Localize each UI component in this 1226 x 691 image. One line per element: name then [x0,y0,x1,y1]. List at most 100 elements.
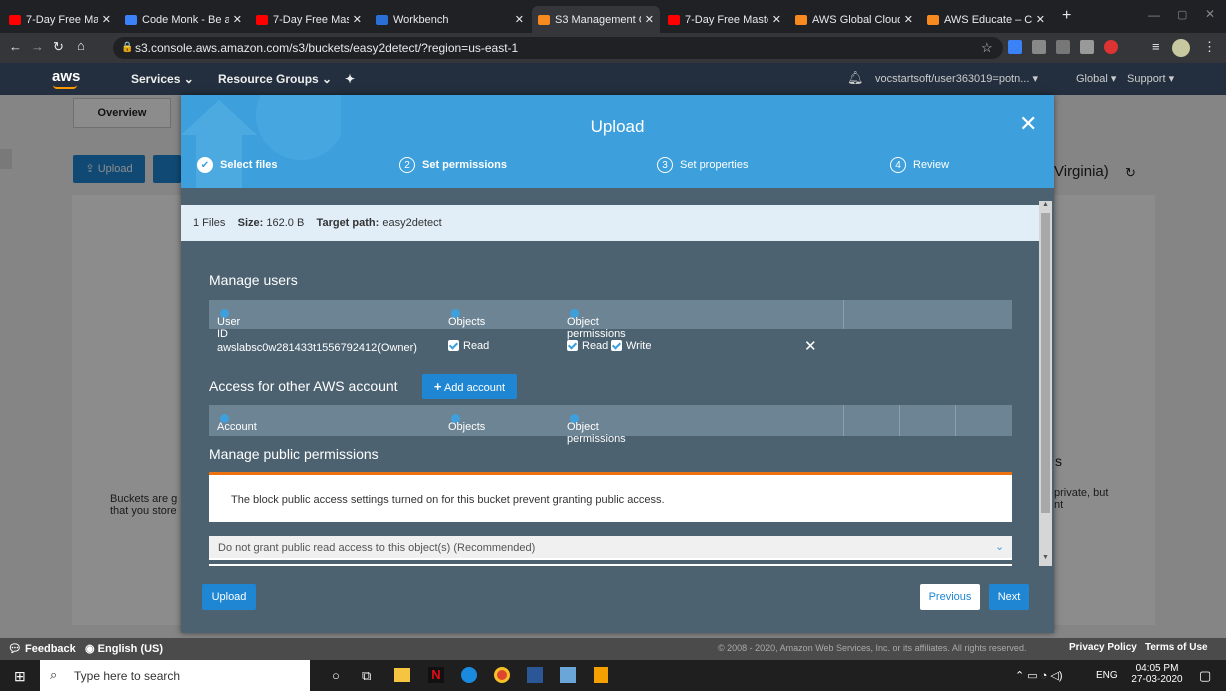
extension-icon[interactable] [1080,40,1094,54]
upload-summary: 1 Files Size: 162.0 B Target path: easy2… [181,205,1039,241]
browser-tab[interactable]: 7-Day Free Master✕ [662,6,787,33]
previous-button[interactable]: Previous [920,584,980,610]
new-tab-icon[interactable]: + [1062,7,1071,25]
chat-icon: 💬︎ [8,643,22,655]
aws-smile-icon [53,85,77,89]
add-account-button[interactable]: + Add account [422,374,517,399]
terms-link[interactable]: Terms of Use [1145,642,1208,653]
check-icon: ✔ [197,157,213,173]
app-icon[interactable] [560,667,576,683]
feedback-link[interactable]: 💬︎ Feedback [8,642,76,655]
region-menu[interactable]: Global ▾ [1076,72,1116,85]
chevron-down-icon: ⌄ [995,541,1005,553]
forward-icon[interactable]: → [31,39,44,54]
support-menu[interactable]: Support ▾ [1127,72,1174,85]
address-bar-row: ← → ↻ ⌂ 🔒 s3.console.aws.amazon.com/s3/b… [0,33,1226,63]
modal-title: Upload [590,117,645,136]
browser-tab-active[interactable]: S3 Management C ✕ [532,6,660,33]
modal-header: Upload ✕ ✔ Select files 2 Set permissions … [181,95,1054,188]
modal-scrollbar[interactable]: ▲ ▼ [1039,201,1052,566]
browser-tab-bar: 7-Day Free Master✕ Code Monk - Be a✕ 7-D… [0,0,1226,33]
cortana-icon[interactable]: ○ [332,668,340,683]
permissions-read-checkbox[interactable]: Read [567,340,608,352]
avatar[interactable] [1172,39,1190,57]
aws-footer: 💬︎ Feedback ◉ English (US) © 2008 - 2020… [0,638,1226,660]
close-tab-icon[interactable]: ✕ [645,13,654,26]
home-icon[interactable]: ⌂ [77,38,85,53]
language-selector[interactable]: ◉ English (US) [85,642,163,655]
reload-icon[interactable]: ↻ [53,39,64,55]
accounts-table-header: Account Objects Object permissions [209,405,1012,445]
upload-button[interactable]: Upload [202,584,256,610]
minimize-icon[interactable]: — [1148,8,1160,22]
task-view-icon[interactable]: ⧉ [362,668,371,684]
clock[interactable]: 04:05 PM 27-03-2020 [1129,663,1185,685]
close-tab-icon[interactable]: ✕ [102,13,111,26]
step-set-permissions[interactable]: 2 Set permissions [399,157,507,173]
netflix-icon[interactable]: N [428,667,444,683]
extension-icon[interactable] [1056,40,1070,54]
users-table-header: User ID Objects Object permissions [209,300,1012,340]
public-permissions-heading: Manage public permissions [209,446,379,462]
browser-tab[interactable]: 7-Day Free Master✕ [250,6,368,33]
step-select-files[interactable]: ✔ Select files [197,157,277,173]
maximize-icon[interactable]: ▢ [1177,8,1187,21]
upload-modal: Upload ✕ ✔ Select files 2 Set permissions … [181,95,1054,633]
bell-icon[interactable]: 🔔︎ [847,70,864,86]
window-close-icon[interactable]: ✕ [1205,7,1215,21]
pin-icon[interactable]: ✦ [345,72,355,86]
step-review[interactable]: 4 Review [890,157,949,173]
permissions-write-checkbox[interactable]: Write [611,340,651,352]
scrollbar-thumb[interactable] [1041,213,1050,513]
modal-body-top [181,188,1039,205]
extension-icon[interactable] [1032,40,1046,54]
objects-read-checkbox[interactable]: Read [448,340,489,352]
services-menu[interactable]: Services ⌄ [131,72,194,86]
browser-tab[interactable]: AWS Global Cloud ✕ [789,6,919,33]
reading-list-icon[interactable]: ≡ [1152,39,1160,54]
word-icon[interactable] [527,667,543,683]
close-tab-icon[interactable]: ✕ [353,13,362,26]
extension-icon[interactable] [1104,40,1118,54]
menu-icon[interactable]: ⋮ [1203,39,1216,55]
aws-logo[interactable]: aws [52,68,80,85]
edge-icon[interactable] [461,667,477,683]
public-access-select[interactable]: Do not grant public read access to this … [209,536,1012,560]
next-button[interactable]: Next [989,584,1029,610]
step-set-properties[interactable]: 3 Set properties [657,157,748,173]
close-tab-icon[interactable]: ✕ [904,13,913,26]
upload-watermark-icon [181,95,341,188]
close-tab-icon[interactable]: ✕ [1036,13,1045,26]
url-input[interactable]: 🔒 s3.console.aws.amazon.com/s3/buckets/e… [113,37,1003,59]
browser-tab[interactable]: Code Monk - Be a ✕ [119,6,248,33]
scroll-down-icon[interactable]: ▼ [1042,554,1049,561]
bookmark-star-icon[interactable]: ☆ [981,37,993,59]
browser-tab[interactable]: 7-Day Free Master✕ [3,6,117,33]
browser-tab[interactable]: AWS Educate – Cre✕ [921,6,1051,33]
close-tab-icon[interactable]: ✕ [515,13,524,26]
taskbar-search-input[interactable]: ⌕ Type here to search [40,660,310,691]
search-icon: ⌕ [50,667,58,682]
system-tray-icons[interactable]: ⌃ ▭ ◔ ◁) [1015,669,1063,682]
close-tab-icon[interactable]: ✕ [233,13,242,26]
windows-start-icon[interactable]: ⊞ [14,668,26,685]
privacy-policy-link[interactable]: Privacy Policy [1069,642,1137,653]
file-explorer-icon[interactable] [394,668,410,682]
scroll-up-icon[interactable]: ▲ [1042,201,1049,208]
close-tab-icon[interactable]: ✕ [772,13,781,26]
aws-top-nav: aws Services ⌄ Resource Groups ⌄ ✦ 🔔︎ vo… [0,63,1226,95]
browser-tab[interactable]: Workbench ✕ [370,6,530,33]
remove-user-icon[interactable]: ✕ [804,337,817,355]
extension-icon[interactable] [1008,40,1022,54]
sublime-icon[interactable] [594,667,608,683]
close-icon[interactable]: ✕ [1019,113,1037,135]
globe-icon: ◉ [85,643,95,655]
resource-groups-menu[interactable]: Resource Groups ⌄ [218,72,332,86]
account-menu[interactable]: vocstartsoft/user363019=potn... ▾ [875,72,1038,85]
other-account-heading: Access for other AWS account [209,378,398,394]
divider [209,564,1012,566]
notifications-icon[interactable]: ▢ [1199,668,1211,684]
user-id-cell: awslabsc0w281433t1556792412(Owner) [217,342,417,354]
back-icon[interactable]: ← [9,39,22,54]
chrome-icon[interactable] [494,667,510,683]
